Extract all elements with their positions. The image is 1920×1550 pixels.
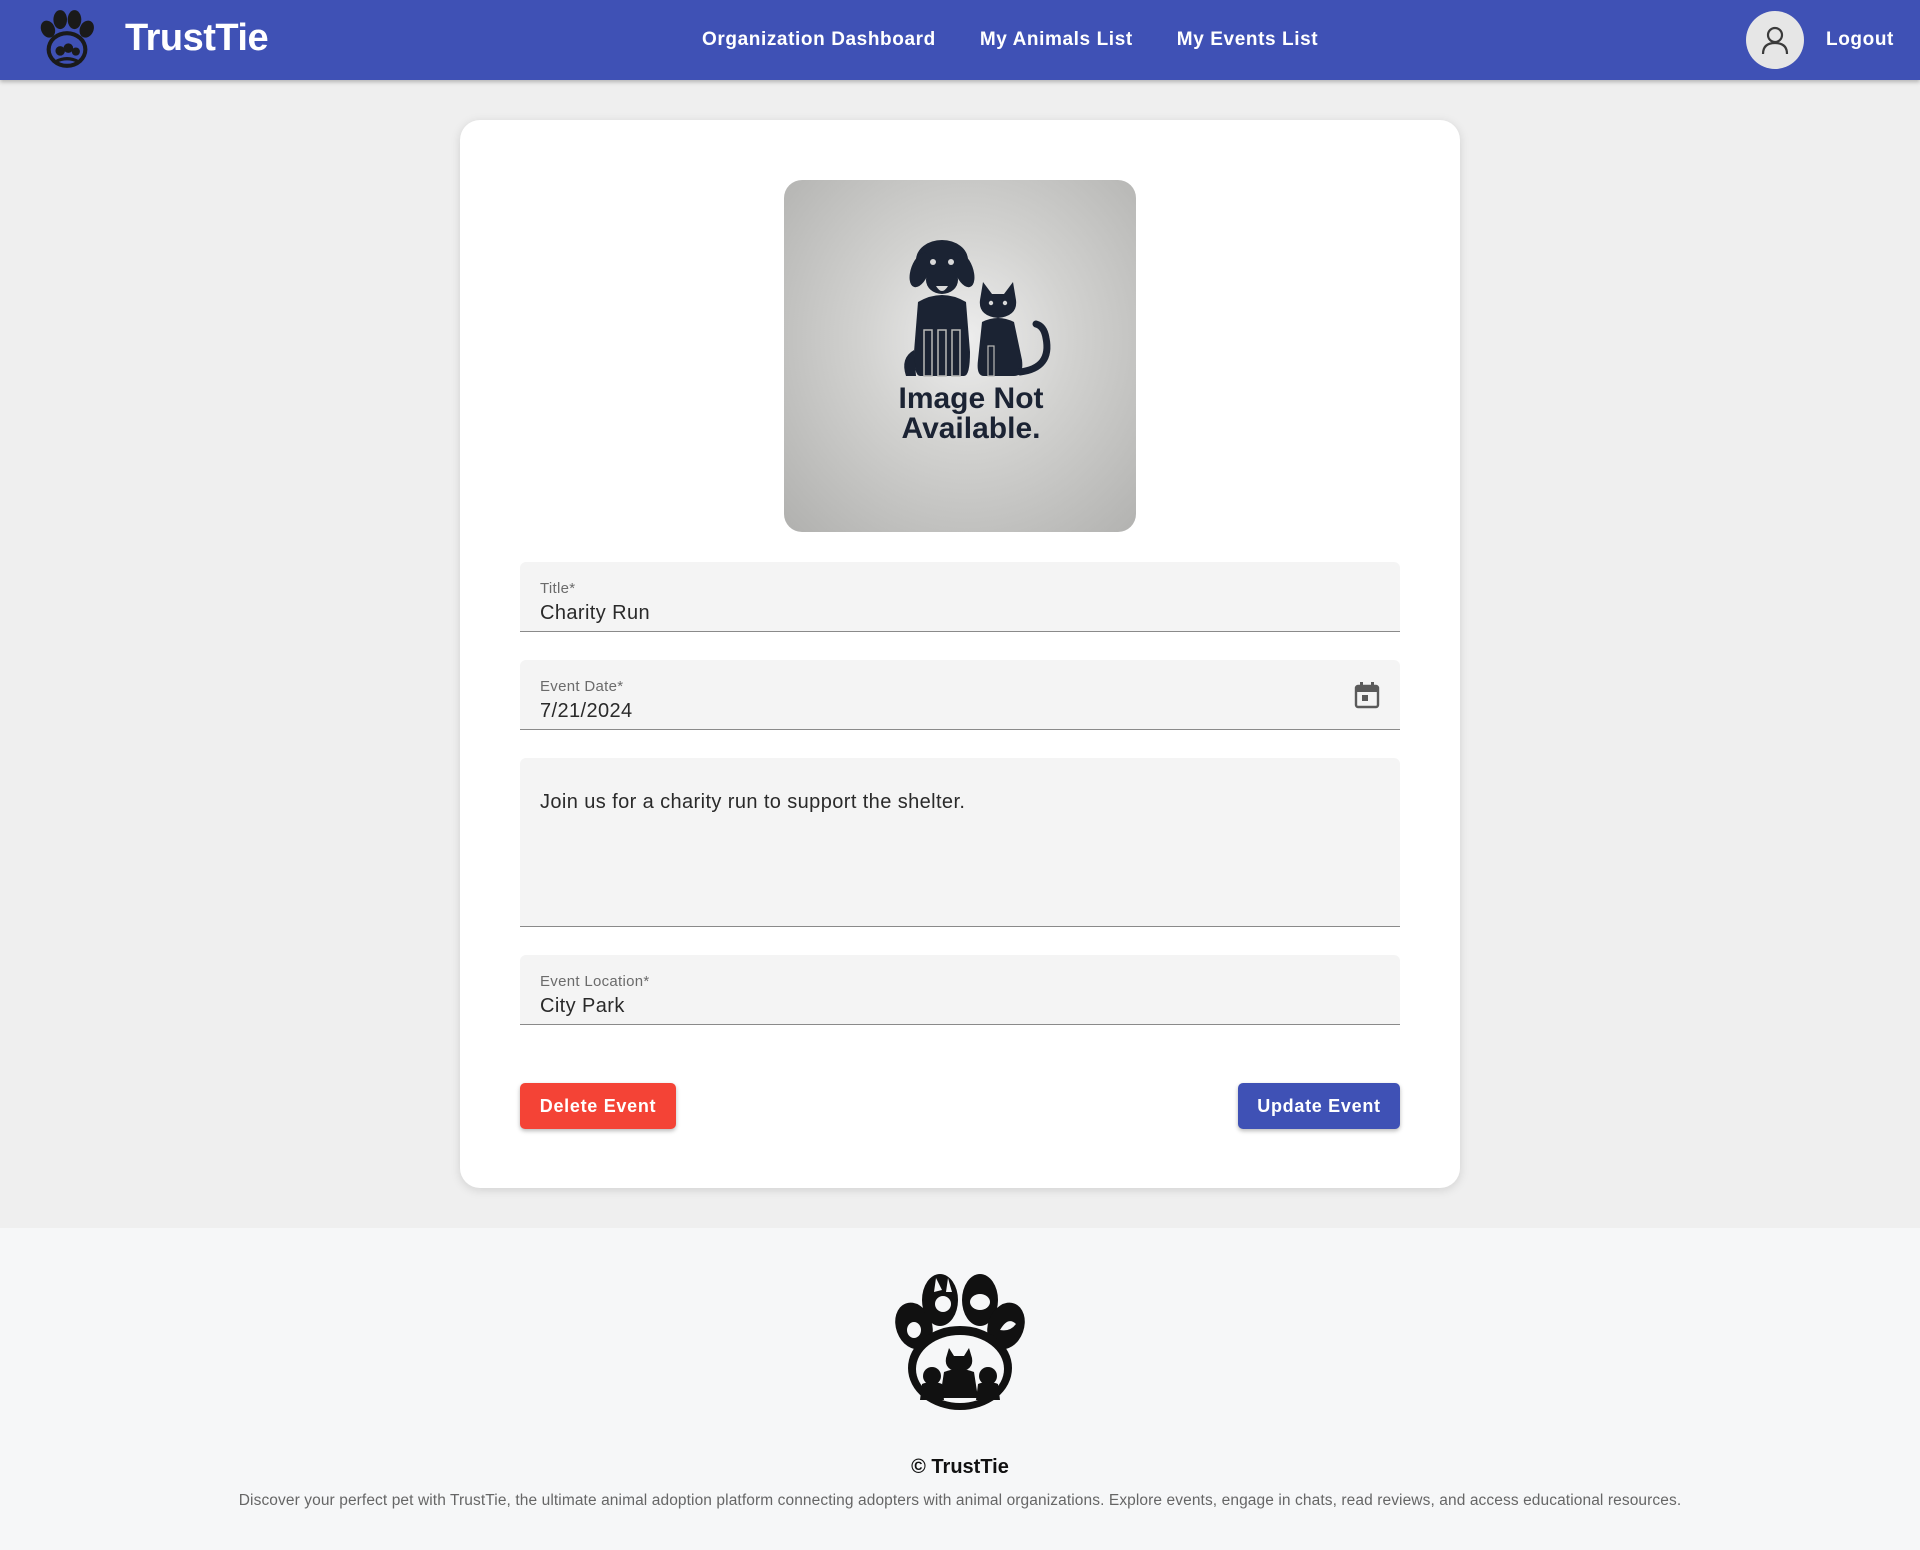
footer-description: Discover your perfect pet with TrustTie,… — [238, 1492, 1682, 1509]
delete-event-button[interactable]: Delete Event — [520, 1083, 676, 1129]
brand-name[interactable]: TrustTie — [125, 17, 269, 60]
description-textarea[interactable]: Join us for a charity run to support the… — [540, 791, 1360, 814]
event-image[interactable]: Image Not Available. — [784, 180, 1136, 532]
paw-logo-icon[interactable] — [33, 6, 101, 74]
update-event-button[interactable]: Update Event — [1238, 1083, 1400, 1129]
edit-event-card: Image Not Available. Title* Charity Run … — [460, 120, 1460, 1188]
event-date-input[interactable]: 7/21/2024 — [540, 700, 1360, 723]
event-location-field[interactable]: Event Location* City Park — [520, 955, 1400, 1025]
calendar-icon[interactable] — [1354, 681, 1380, 709]
title-field[interactable]: Title* Charity Run — [520, 562, 1400, 632]
footer: © TrustTie Discover your perfect pet wit… — [0, 1228, 1920, 1550]
image-placeholder-text: Image Not Available. — [784, 384, 1136, 444]
nav-organization-dashboard[interactable]: Organization Dashboard — [680, 21, 958, 59]
image-placeholder-line2: Available. — [901, 412, 1041, 445]
event-date-label: Event Date* — [540, 678, 624, 695]
user-avatar-icon — [1761, 26, 1789, 55]
image-placeholder-line1: Image Not — [898, 382, 1044, 415]
nav-my-animals-list[interactable]: My Animals List — [958, 21, 1155, 59]
app-bar: TrustTie Organization Dashboard My Anima… — [0, 0, 1920, 80]
event-date-field[interactable]: Event Date* 7/21/2024 — [520, 660, 1400, 730]
title-input[interactable]: Charity Run — [540, 602, 1360, 625]
logout-button[interactable]: Logout — [1810, 0, 1910, 80]
nav-my-events-list[interactable]: My Events List — [1155, 21, 1340, 59]
footer-copyright: © TrustTie — [911, 1456, 1009, 1478]
event-location-input[interactable]: City Park — [540, 995, 1360, 1018]
paw-logo-icon — [895, 1274, 1025, 1410]
description-field[interactable]: Join us for a charity run to support the… — [520, 758, 1400, 927]
event-location-label: Event Location* — [540, 973, 650, 990]
title-label: Title* — [540, 580, 576, 597]
main-nav: Organization Dashboard My Animals List M… — [680, 0, 1340, 80]
dog-cat-icon — [904, 240, 1051, 377]
avatar[interactable] — [1746, 11, 1804, 69]
